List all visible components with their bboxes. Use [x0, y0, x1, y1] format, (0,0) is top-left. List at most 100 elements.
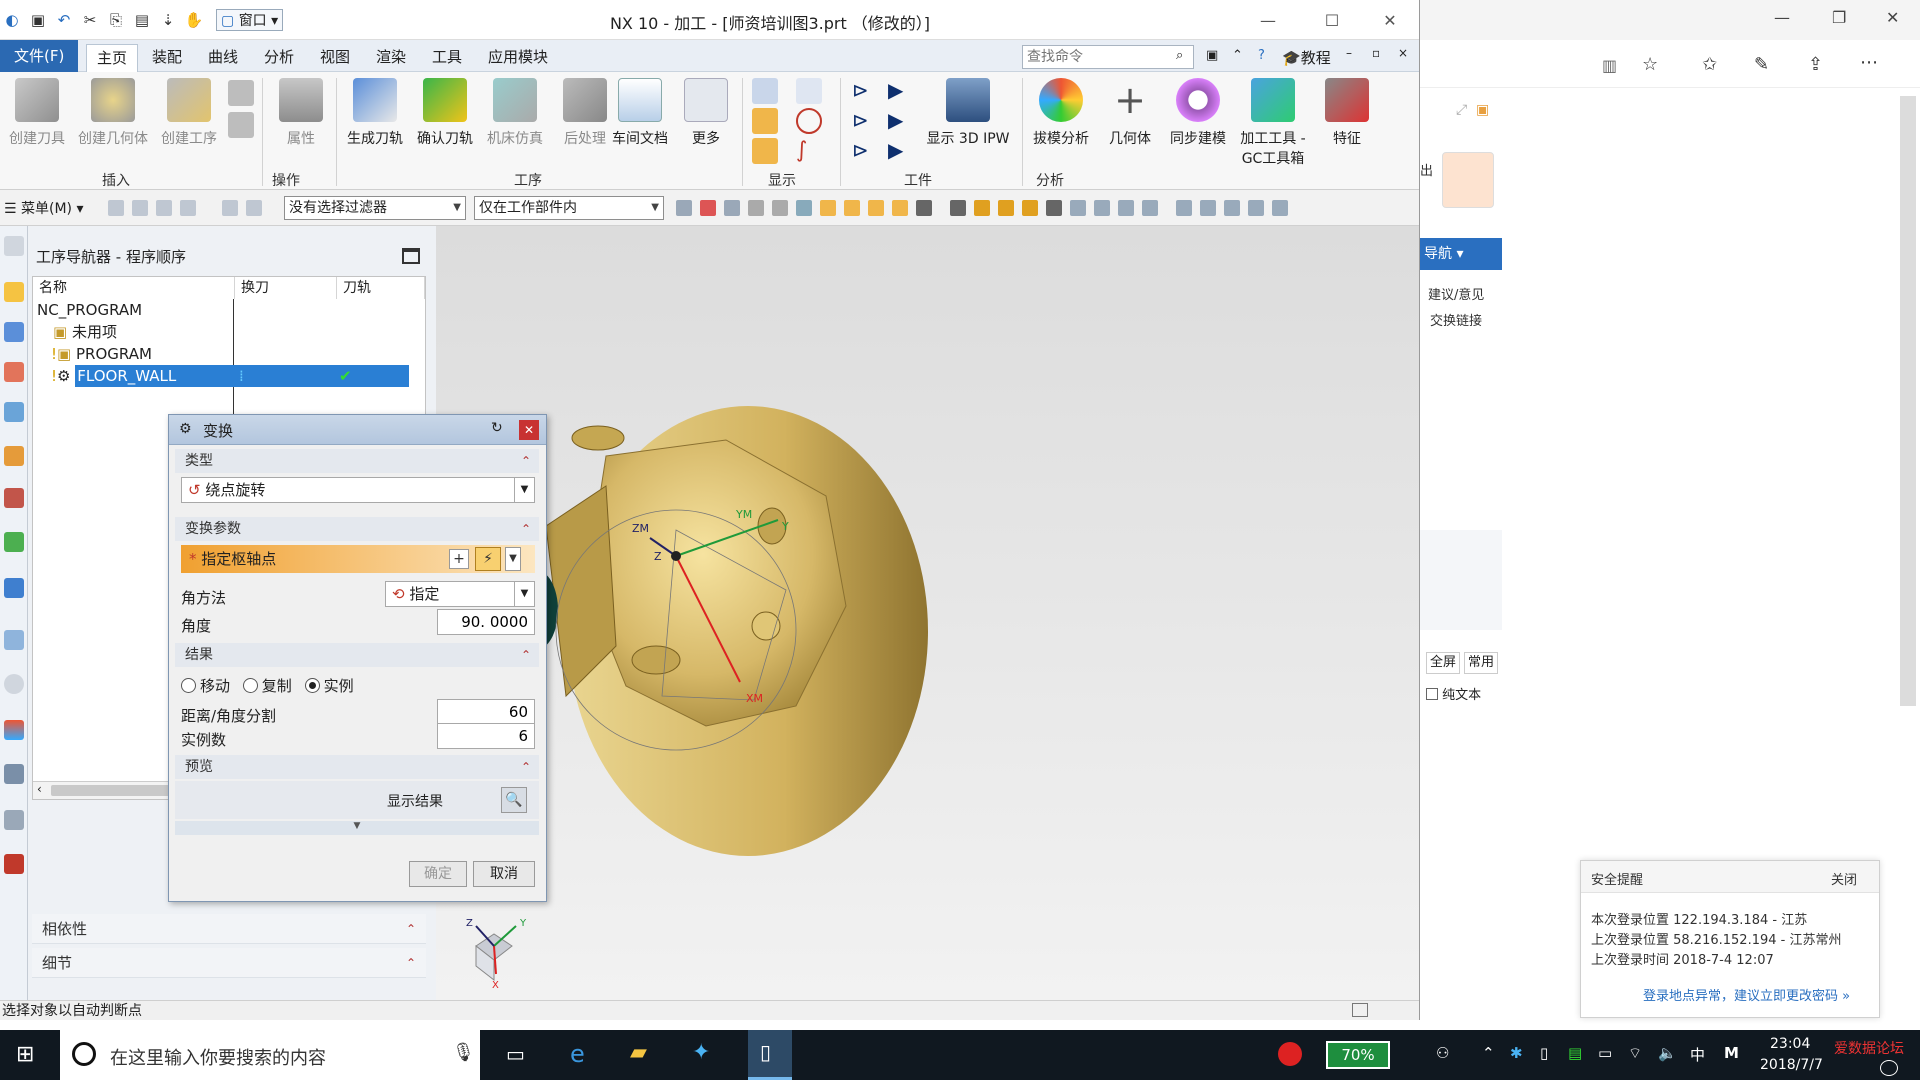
- snap-icon-10[interactable]: [892, 200, 908, 216]
- scroll-left-icon[interactable]: ‹: [37, 782, 42, 796]
- edge-icon[interactable]: e: [570, 1040, 585, 1068]
- app-logo-icon[interactable]: ◐: [0, 8, 24, 32]
- tab-home[interactable]: 主页: [86, 44, 139, 72]
- draft-analysis-button[interactable]: 拔模分析: [1024, 78, 1098, 158]
- exchange-link[interactable]: 交换链接: [1430, 310, 1482, 329]
- inferred-point-icon[interactable]: ⚡: [475, 547, 501, 571]
- active-app-button[interactable]: ▯: [748, 1030, 792, 1080]
- snap-icon-6[interactable]: [796, 200, 812, 216]
- nav-machine-icon[interactable]: [4, 322, 24, 342]
- workpiece-flag-icon-2[interactable]: ▶: [888, 78, 914, 104]
- display-point-icon[interactable]: [796, 108, 822, 134]
- clock-date[interactable]: 2018/7/7: [1760, 1057, 1823, 1073]
- nav-history-icon[interactable]: [4, 630, 24, 650]
- ime-mode-icon[interactable]: M: [1724, 1044, 1739, 1062]
- maximize-button[interactable]: ☐: [1310, 8, 1354, 32]
- geometry-button[interactable]: + 几何体: [1098, 78, 1162, 158]
- settings-icon[interactable]: [4, 236, 24, 256]
- nav-assembly-icon[interactable]: [4, 446, 24, 466]
- more-options-icon[interactable]: ⋯: [1860, 52, 1878, 73]
- snap-icon-12[interactable]: [950, 200, 966, 216]
- nav-tool-icon[interactable]: [4, 764, 24, 784]
- selection-scope-select[interactable]: 仅在工作部件内 ▼: [474, 196, 664, 220]
- usb-icon[interactable]: ▯: [1540, 1044, 1548, 1062]
- start-icon[interactable]: ⊞: [16, 1042, 34, 1067]
- verify-path-button[interactable]: 确认刀轨: [408, 78, 482, 158]
- snap-icon-5[interactable]: [772, 200, 788, 216]
- help-icon[interactable]: ?: [1258, 48, 1265, 63]
- tab-analysis[interactable]: 分析: [254, 44, 304, 72]
- snap-icon-17[interactable]: [1070, 200, 1086, 216]
- security-close-button[interactable]: 关闭: [1831, 869, 1857, 888]
- workpiece-flag-icon-6[interactable]: ▶: [888, 138, 914, 164]
- machine-sim-button[interactable]: 机床仿真: [478, 78, 552, 158]
- nav-dropdown[interactable]: 导航 ▾: [1420, 238, 1502, 270]
- gc-toolkit-button[interactable]: 加工工具 - GC工具箱: [1234, 78, 1312, 168]
- operation-extra-icon-1[interactable]: [228, 80, 254, 106]
- nav-visual-icon[interactable]: [4, 720, 24, 740]
- column-header-name[interactable]: 名称: [33, 277, 235, 299]
- repeat-command-icon[interactable]: ⇣: [156, 8, 180, 32]
- create-operation-button[interactable]: 创建工序: [152, 78, 226, 158]
- ok-button[interactable]: 确定: [409, 861, 467, 887]
- toolbar-icon-5[interactable]: [222, 200, 238, 216]
- radio-move[interactable]: 移动: [181, 677, 230, 695]
- file-menu[interactable]: 文件(F): [0, 40, 79, 72]
- paste-icon[interactable]: ▤: [130, 8, 154, 32]
- column-header-toolchange[interactable]: 换刀: [235, 277, 337, 299]
- volume-icon[interactable]: 🔈: [1658, 1044, 1677, 1062]
- snap-icon-22[interactable]: [1200, 200, 1216, 216]
- reading-view-icon[interactable]: ▥: [1602, 56, 1617, 75]
- snap-icon-13[interactable]: [974, 200, 990, 216]
- snap-icon-2[interactable]: [700, 200, 716, 216]
- tab-tools[interactable]: 工具: [422, 44, 472, 72]
- show-3d-ipw-button[interactable]: 显示 3D IPW: [918, 78, 1018, 158]
- snap-icon-20[interactable]: [1142, 200, 1158, 216]
- clock-time[interactable]: 23:04: [1770, 1036, 1810, 1052]
- tab-render[interactable]: 渲染: [366, 44, 416, 72]
- people-icon[interactable]: ⚇: [1436, 1044, 1449, 1062]
- graphics-window[interactable]: ZM YM XM Y Z Y X Z: [436, 226, 1419, 1000]
- snap-icon-9[interactable]: [868, 200, 884, 216]
- snap-icon-23[interactable]: [1224, 200, 1240, 216]
- operation-extra-icon-2[interactable]: [228, 112, 254, 138]
- toolbar-icon-2[interactable]: [132, 200, 148, 216]
- display-curve-icon[interactable]: ∫: [796, 138, 822, 164]
- battery-indicator[interactable]: 70%: [1326, 1041, 1390, 1069]
- radio-instance[interactable]: 实例: [304, 677, 354, 695]
- shop-doc-button[interactable]: 车间文档: [608, 78, 672, 158]
- tab-curve[interactable]: 曲线: [198, 44, 248, 72]
- ribbon-options-icon[interactable]: ▣: [1206, 48, 1218, 63]
- feedback-link[interactable]: 建议/意见: [1428, 284, 1484, 303]
- workpiece-flag-icon-4[interactable]: ▶: [888, 108, 914, 134]
- power-icon[interactable]: ▭: [1598, 1044, 1612, 1062]
- nx-app-icon[interactable]: ✦: [692, 1040, 710, 1065]
- column-header-path[interactable]: 刀轨: [337, 277, 425, 299]
- doc-minimize-button[interactable]: –: [1346, 46, 1352, 60]
- command-search-input[interactable]: [1022, 45, 1194, 69]
- tab-assembly[interactable]: 装配: [142, 44, 192, 72]
- dialog-close-button[interactable]: ✕: [519, 420, 539, 440]
- workpiece-flag-icon-5[interactable]: ⊳: [852, 138, 878, 164]
- tree-row-program[interactable]: !▣ PROGRAM: [33, 343, 425, 365]
- notification-icon[interactable]: [1880, 1060, 1898, 1076]
- distance-input[interactable]: [437, 699, 535, 725]
- taskbar-search-box[interactable]: 在这里输入你要搜索的内容 🎙: [60, 1030, 480, 1080]
- microphone-icon[interactable]: 🎙: [452, 1042, 475, 1063]
- toolbar-icon-6[interactable]: [246, 200, 262, 216]
- snap-icon-8[interactable]: [844, 200, 860, 216]
- snap-icon-1[interactable]: [676, 200, 692, 216]
- display-select-icon[interactable]: [796, 78, 822, 104]
- workpiece-flag-icon-1[interactable]: ⊳: [852, 78, 878, 104]
- green-app-icon[interactable]: ▤: [1568, 1044, 1582, 1062]
- show-result-button[interactable]: 🔍: [501, 787, 527, 813]
- angle-method-select[interactable]: ⟲ 指定 ▼: [385, 581, 535, 607]
- type-select[interactable]: ↺ 绕点旋转 ▼: [181, 477, 535, 503]
- undo-icon[interactable]: ↶: [52, 8, 76, 32]
- pivot-point-selector[interactable]: * 指定枢轴点 + ⚡ ▼: [181, 545, 535, 573]
- expand-more-icon[interactable]: ▼: [175, 821, 539, 835]
- dialog-title-bar[interactable]: ⚙ 变换 ↻ ✕: [169, 415, 546, 445]
- section-type[interactable]: 类型 ⌃: [175, 449, 539, 473]
- minimize-button[interactable]: —: [1774, 8, 1790, 27]
- toolbar-icon-3[interactable]: [156, 200, 172, 216]
